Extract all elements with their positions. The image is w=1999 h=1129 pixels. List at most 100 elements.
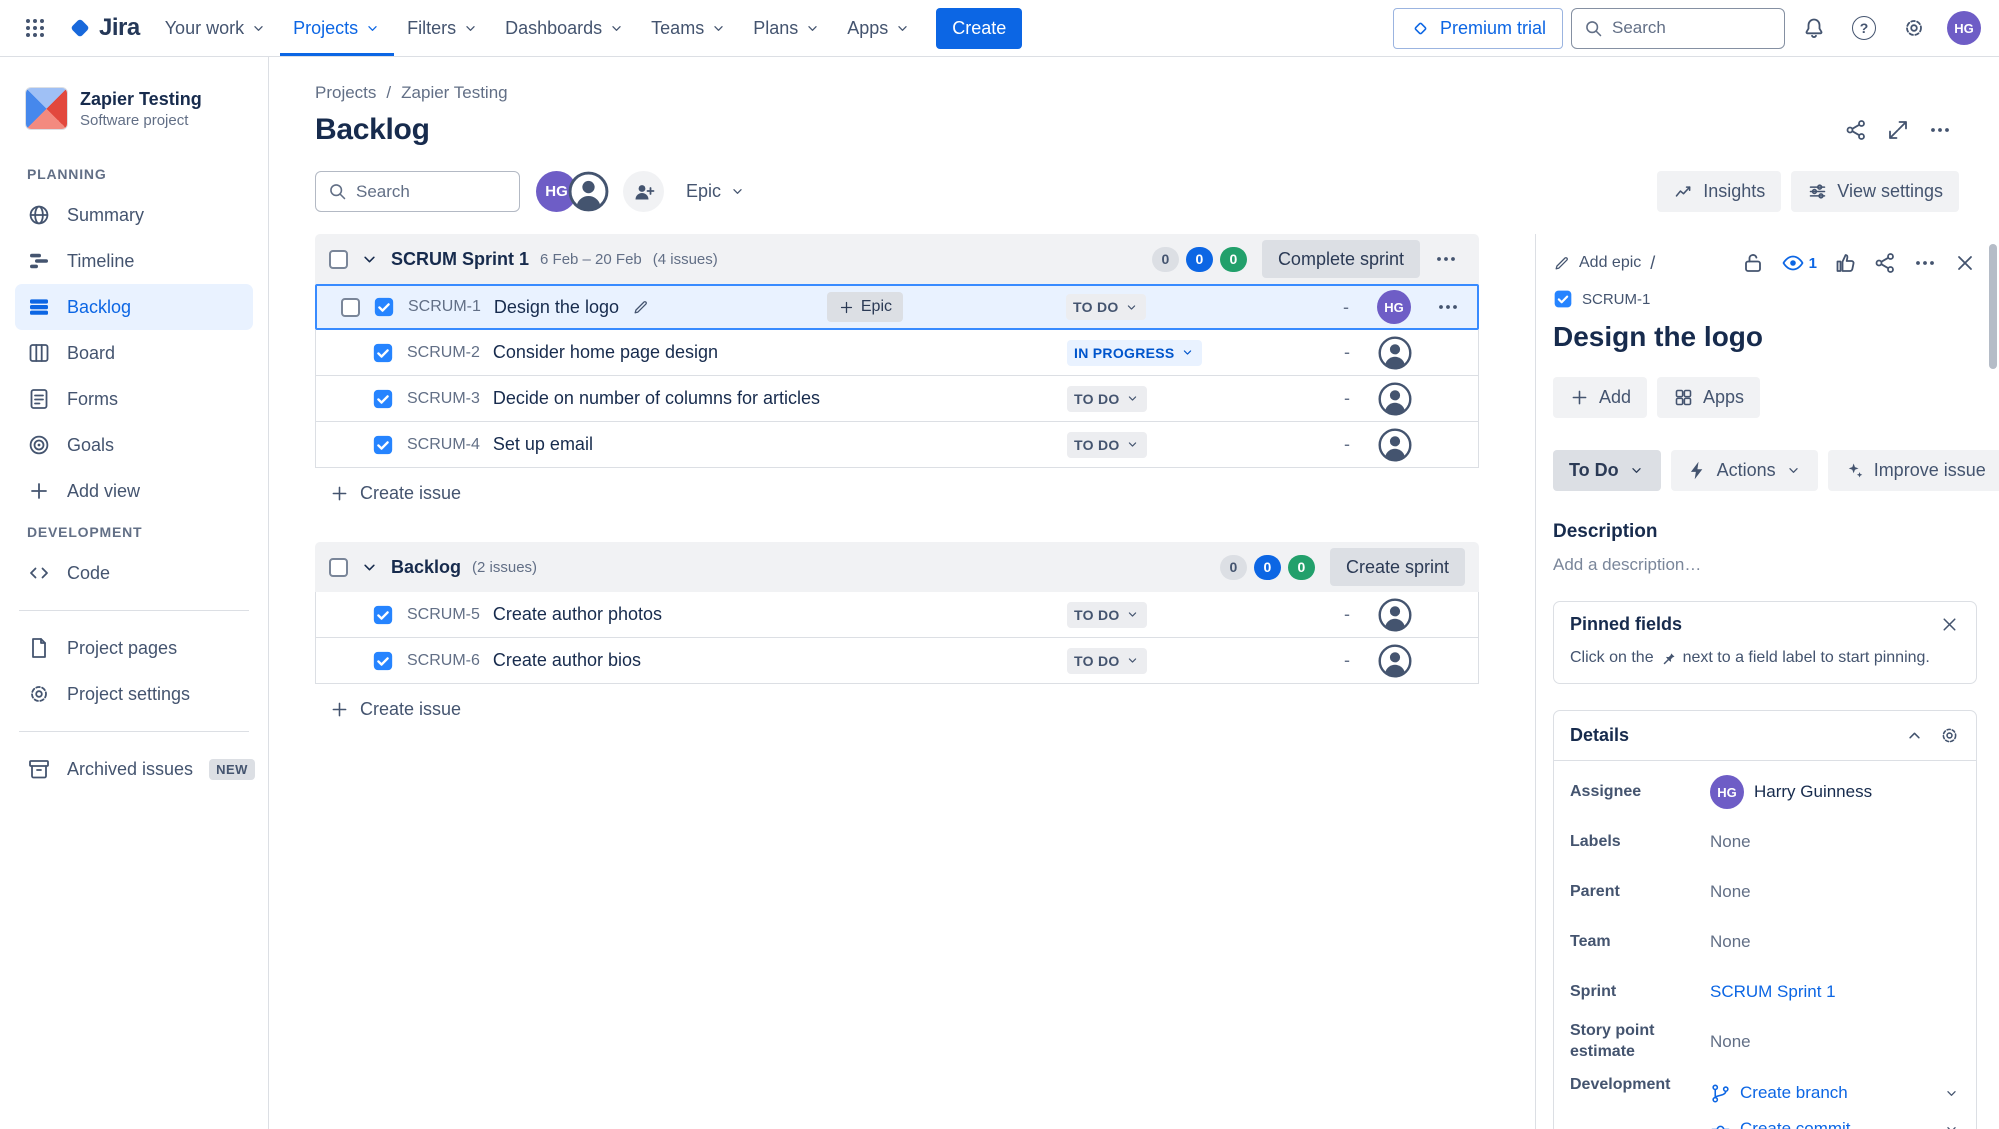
- filter-avatar-unassigned[interactable]: [568, 171, 609, 212]
- assignee-avatar[interactable]: HG: [1377, 290, 1411, 324]
- close-panel-button[interactable]: [1953, 251, 1977, 275]
- watchers-button[interactable]: 1: [1781, 251, 1817, 275]
- story-points-value[interactable]: None: [1710, 1032, 1960, 1052]
- sidebar-add-view[interactable]: Add view: [15, 468, 253, 514]
- issue-key[interactable]: SCRUM-1: [1582, 291, 1650, 308]
- chevron-down-icon[interactable]: [1943, 1085, 1960, 1102]
- status-dropdown[interactable]: TO DO: [1066, 294, 1146, 320]
- row-more-button[interactable]: [1429, 288, 1467, 326]
- jira-logo[interactable]: Jira: [58, 14, 150, 42]
- unassigned-avatar[interactable]: [1378, 644, 1412, 678]
- epic-filter-dropdown[interactable]: Epic: [686, 181, 746, 202]
- sidebar-item-project-settings[interactable]: Project settings: [15, 671, 253, 717]
- description-placeholder[interactable]: Add a description…: [1553, 555, 1977, 575]
- sprint-more-button[interactable]: [1427, 240, 1465, 278]
- create-commit-link[interactable]: Create commit: [1710, 1111, 1960, 1129]
- backlog-select-checkbox[interactable]: [329, 558, 348, 577]
- unassigned-avatar[interactable]: [1378, 598, 1412, 632]
- sidebar-item-summary[interactable]: Summary: [15, 192, 253, 238]
- profile-menu-button[interactable]: HG: [1943, 7, 1985, 49]
- nav-dashboards[interactable]: Dashboards: [492, 0, 638, 56]
- issue-title[interactable]: Design the logo: [1553, 321, 1977, 353]
- nav-filters[interactable]: Filters: [394, 0, 492, 56]
- complete-sprint-button[interactable]: Complete sprint: [1262, 240, 1420, 278]
- page-more-button[interactable]: [1921, 111, 1959, 149]
- add-epic-chip[interactable]: Epic: [827, 292, 903, 322]
- vote-button[interactable]: [1833, 251, 1857, 275]
- issue-title[interactable]: Create author photos: [493, 604, 662, 625]
- labels-value[interactable]: None: [1710, 832, 1960, 852]
- backlog-search-input[interactable]: [356, 182, 508, 202]
- estimate-field[interactable]: -: [1332, 434, 1362, 455]
- notifications-button[interactable]: [1793, 7, 1835, 49]
- edit-title-icon[interactable]: [632, 299, 649, 316]
- estimate-field[interactable]: -: [1332, 342, 1362, 363]
- issue-row[interactable]: SCRUM-1 Design the logo Epic TO DO - HG: [315, 284, 1479, 330]
- global-search-input[interactable]: [1612, 18, 1773, 38]
- issue-title[interactable]: Set up email: [493, 434, 593, 455]
- nav-apps[interactable]: Apps: [834, 0, 924, 56]
- help-button[interactable]: ?: [1843, 7, 1885, 49]
- create-branch-link[interactable]: Create branch: [1710, 1075, 1960, 1111]
- backlog-name[interactable]: Backlog: [391, 557, 461, 578]
- chevron-down-icon[interactable]: [359, 249, 380, 270]
- issue-title[interactable]: Consider home page design: [493, 342, 718, 363]
- issue-title[interactable]: Design the logo: [494, 297, 619, 318]
- premium-trial-button[interactable]: Premium trial: [1393, 8, 1563, 49]
- status-dropdown[interactable]: TO DO: [1067, 602, 1147, 628]
- project-header[interactable]: Zapier Testing Software project: [15, 87, 253, 156]
- breadcrumb-project-name[interactable]: Zapier Testing: [401, 83, 507, 103]
- sidebar-item-project-pages[interactable]: Project pages: [15, 625, 253, 671]
- sprint-name[interactable]: SCRUM Sprint 1: [391, 249, 529, 270]
- nav-plans[interactable]: Plans: [740, 0, 834, 56]
- configure-fields-button[interactable]: [1939, 725, 1960, 746]
- issue-row[interactable]: SCRUM-5 Create author photos TO DO -: [315, 592, 1479, 638]
- chevron-down-icon[interactable]: [1943, 1121, 1960, 1129]
- status-dropdown[interactable]: TO DO: [1067, 386, 1147, 412]
- issue-title[interactable]: Create author bios: [493, 650, 641, 671]
- panel-scrollbar-thumb[interactable]: [1989, 244, 1997, 369]
- status-dropdown[interactable]: TO DO: [1067, 648, 1147, 674]
- sprint-select-checkbox[interactable]: [329, 250, 348, 269]
- sprint-header[interactable]: SCRUM Sprint 1 6 Feb – 20 Feb (4 issues)…: [315, 234, 1479, 284]
- issue-row[interactable]: SCRUM-6 Create author bios TO DO -: [315, 638, 1479, 684]
- sidebar-item-backlog[interactable]: Backlog: [15, 284, 253, 330]
- unassigned-avatar[interactable]: [1378, 428, 1412, 462]
- status-dropdown[interactable]: TO DO: [1067, 432, 1147, 458]
- row-select-checkbox[interactable]: [341, 298, 360, 317]
- issue-row[interactable]: SCRUM-4 Set up email TO DO -: [315, 422, 1479, 468]
- sidebar-item-goals[interactable]: Goals: [15, 422, 253, 468]
- breadcrumb-projects[interactable]: Projects: [315, 83, 376, 103]
- create-sprint-button[interactable]: Create sprint: [1330, 548, 1465, 586]
- share-issue-button[interactable]: [1873, 251, 1897, 275]
- team-value[interactable]: None: [1710, 932, 1960, 952]
- backlog-search[interactable]: [315, 171, 520, 212]
- sidebar-item-archived-issues[interactable]: Archived issuesNEW: [15, 746, 253, 792]
- parent-value[interactable]: None: [1710, 882, 1960, 902]
- settings-button[interactable]: [1893, 7, 1935, 49]
- restrict-access-button[interactable]: [1741, 251, 1765, 275]
- status-dropdown[interactable]: IN PROGRESS: [1067, 340, 1202, 366]
- create-button[interactable]: Create: [936, 8, 1022, 49]
- assignee-value[interactable]: HGHarry Guinness: [1710, 775, 1960, 809]
- insights-button[interactable]: Insights: [1657, 171, 1781, 212]
- apps-button[interactable]: Apps: [1657, 377, 1760, 418]
- unassigned-avatar[interactable]: [1378, 336, 1412, 370]
- add-epic-button[interactable]: Add epic: [1579, 254, 1641, 272]
- view-settings-button[interactable]: View settings: [1791, 171, 1959, 212]
- nav-your-work[interactable]: Your work: [152, 0, 280, 56]
- create-issue-button[interactable]: Create issue: [315, 468, 1479, 518]
- sprint-dates[interactable]: 6 Feb – 20 Feb: [540, 251, 642, 268]
- nav-teams[interactable]: Teams: [638, 0, 740, 56]
- issue-row[interactable]: SCRUM-3 Decide on number of columns for …: [315, 376, 1479, 422]
- status-dropdown[interactable]: To Do: [1553, 450, 1661, 491]
- improve-issue-button[interactable]: Improve issue: [1828, 450, 1999, 491]
- backlog-header[interactable]: Backlog (2 issues) 0 0 0 Create sprint: [315, 542, 1479, 592]
- actions-dropdown[interactable]: Actions: [1671, 450, 1818, 491]
- add-people-button[interactable]: [623, 171, 664, 212]
- issue-more-button[interactable]: [1913, 251, 1937, 275]
- nav-projects[interactable]: Projects: [280, 0, 394, 56]
- sidebar-item-code[interactable]: Code: [15, 550, 253, 596]
- fullscreen-button[interactable]: [1879, 111, 1917, 149]
- estimate-field[interactable]: -: [1332, 650, 1362, 671]
